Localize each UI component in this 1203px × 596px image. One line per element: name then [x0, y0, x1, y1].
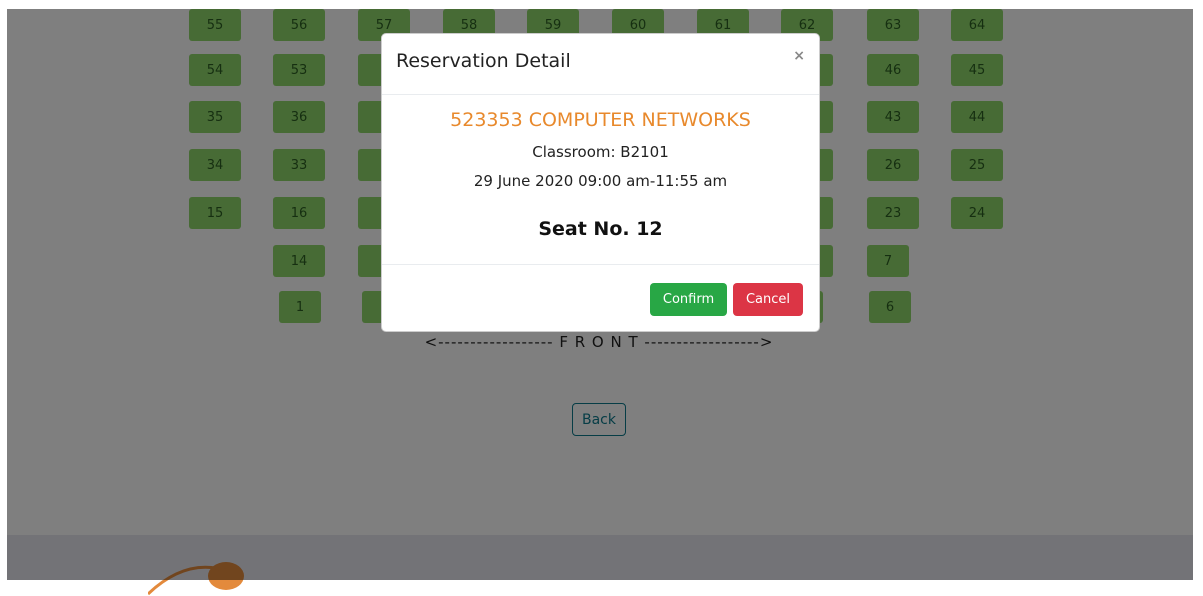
reservation-modal: Reservation Detail × 523353 COMPUTER NET…	[381, 33, 820, 332]
modal-body: 523353 COMPUTER NETWORKS Classroom: B210…	[382, 95, 819, 264]
close-icon[interactable]: ×	[793, 48, 805, 64]
seat-number: Seat No. 12	[538, 218, 663, 240]
modal-header: Reservation Detail ×	[382, 34, 819, 95]
right-strip	[1193, 0, 1203, 580]
top-strip	[0, 0, 1203, 9]
exam-datetime: 29 June 2020 09:00 am-11:55 am	[473, 172, 728, 190]
modal-title: Reservation Detail	[396, 50, 571, 72]
classroom: Classroom: B2101	[532, 143, 669, 161]
cancel-button[interactable]: Cancel	[733, 283, 803, 316]
left-strip	[0, 0, 7, 580]
confirm-button[interactable]: Confirm	[650, 283, 727, 316]
course-name: 523353 COMPUTER NETWORKS	[450, 109, 751, 131]
modal-footer: Confirm Cancel	[382, 264, 819, 332]
